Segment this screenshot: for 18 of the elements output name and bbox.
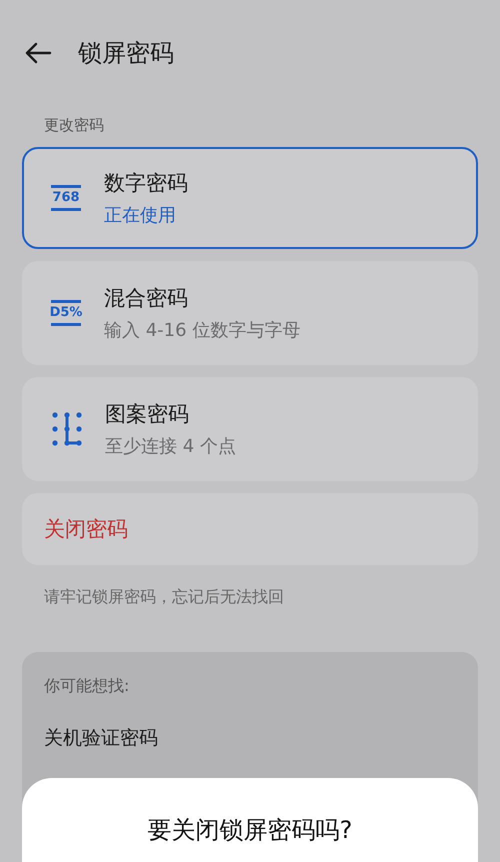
password-option[interactable]: D5% 混合密码 输入 4-16 位数字与字母: [22, 261, 478, 366]
close-password-button[interactable]: 关闭密码: [22, 493, 478, 566]
option-subtitle: 正在使用: [104, 204, 177, 228]
hint-text: 请牢记锁屏密码，忘记后无法找回: [44, 587, 285, 608]
page-title: 锁屏密码: [78, 38, 174, 69]
suggestion-link[interactable]: 关机验证密码: [44, 725, 456, 752]
option-title: 混合密码: [104, 285, 189, 312]
back-icon[interactable]: [24, 40, 52, 65]
option-subtitle: 至少连接 4 个点: [105, 435, 236, 458]
dialog-title: 要关闭锁屏密码吗?: [148, 815, 352, 846]
password-option[interactable]: 图案密码 至少连接 4 个点: [22, 377, 478, 482]
password-option[interactable]: 768 数字密码 正在使用: [22, 147, 478, 250]
option-title: 数字密码: [104, 170, 188, 198]
pattern-icon: [51, 411, 83, 448]
suggestion-label: 你可能想找:: [44, 676, 130, 698]
option-subtitle: 输入 4-16 位数字与字母: [104, 319, 300, 342]
option-title: 图案密码: [105, 401, 190, 428]
section-label: 更改密码: [44, 116, 105, 136]
